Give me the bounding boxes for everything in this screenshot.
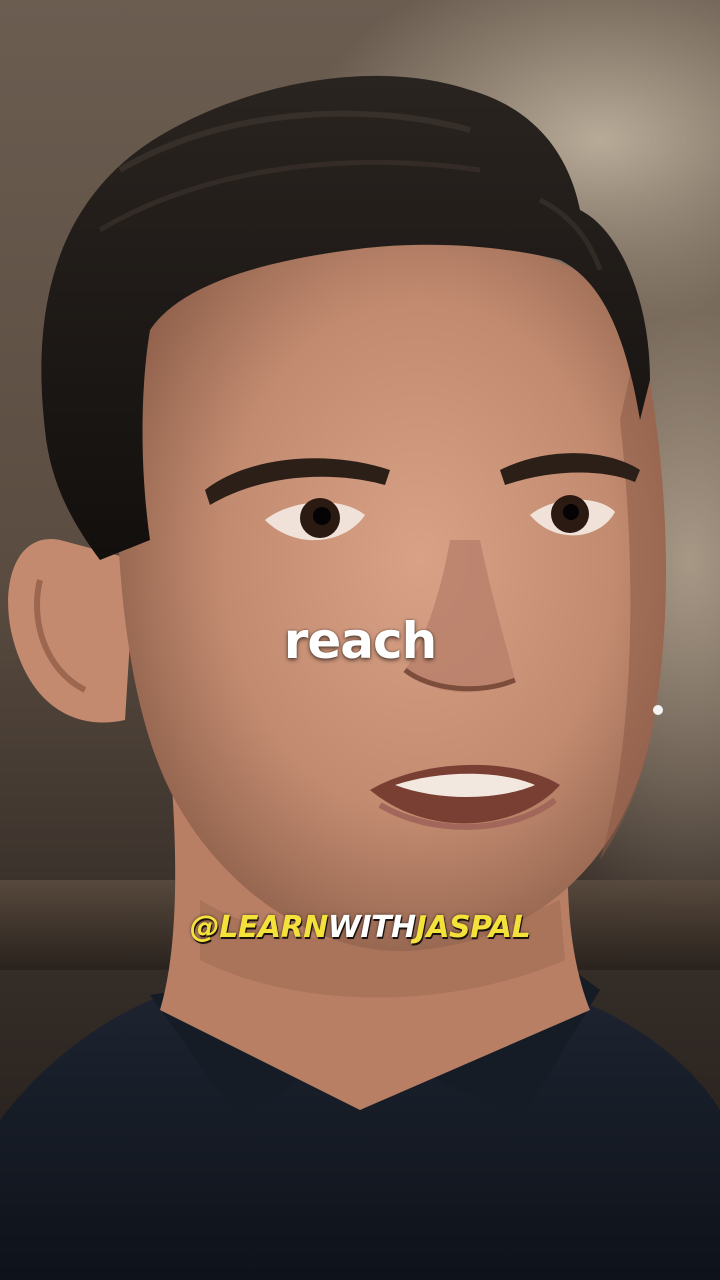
watermark-part-learn: @LEARN (189, 910, 329, 945)
video-frame[interactable]: reach @LEARNWITHJASPAL (0, 0, 720, 1280)
earring (653, 705, 663, 715)
watermark-handle: @LEARNWITHJASPAL (0, 910, 720, 945)
caption-word: reach (283, 612, 438, 670)
watermark-part-with: WITH (327, 910, 416, 945)
watermark-part-jaspal: JASPAL (415, 910, 531, 945)
